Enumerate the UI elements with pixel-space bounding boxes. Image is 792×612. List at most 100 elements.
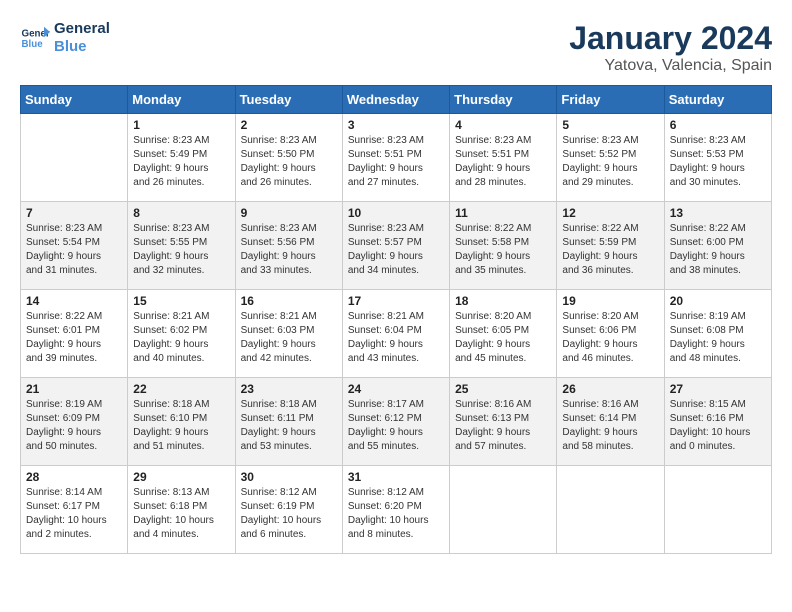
calendar-cell: 9 Sunrise: 8:23 AM Sunset: 5:56 PM Daylig… xyxy=(235,202,342,290)
day-number: 11 xyxy=(455,206,551,220)
day-number: 12 xyxy=(562,206,658,220)
calendar-cell: 15 Sunrise: 8:21 AM Sunset: 6:02 PM Dayli… xyxy=(128,290,235,378)
logo-text-general: General xyxy=(54,20,110,38)
day-number: 18 xyxy=(455,294,551,308)
calendar-cell: 28 Sunrise: 8:14 AM Sunset: 6:17 PM Dayli… xyxy=(21,466,128,554)
day-info: Sunrise: 8:14 AM Sunset: 6:17 PM Dayligh… xyxy=(26,486,122,542)
day-number: 19 xyxy=(562,294,658,308)
day-number: 13 xyxy=(670,206,766,220)
calendar-cell: 6 Sunrise: 8:23 AM Sunset: 5:53 PM Daylig… xyxy=(664,114,771,202)
day-number: 16 xyxy=(241,294,337,308)
calendar-cell: 4 Sunrise: 8:23 AM Sunset: 5:51 PM Daylig… xyxy=(450,114,557,202)
day-info: Sunrise: 8:23 AM Sunset: 5:51 PM Dayligh… xyxy=(348,134,444,190)
day-number: 21 xyxy=(26,382,122,396)
day-info: Sunrise: 8:23 AM Sunset: 5:52 PM Dayligh… xyxy=(562,134,658,190)
calendar-cell: 30 Sunrise: 8:12 AM Sunset: 6:19 PM Dayli… xyxy=(235,466,342,554)
day-info: Sunrise: 8:13 AM Sunset: 6:18 PM Dayligh… xyxy=(133,486,229,542)
logo: General Blue General Blue xyxy=(20,20,110,56)
header-friday: Friday xyxy=(557,86,664,114)
day-info: Sunrise: 8:23 AM Sunset: 5:51 PM Dayligh… xyxy=(455,134,551,190)
calendar-cell: 3 Sunrise: 8:23 AM Sunset: 5:51 PM Daylig… xyxy=(342,114,449,202)
day-info: Sunrise: 8:23 AM Sunset: 5:53 PM Dayligh… xyxy=(670,134,766,190)
day-number: 29 xyxy=(133,470,229,484)
week-row-3: 21Sunrise: 8:19 AM Sunset: 6:09 PM Dayli… xyxy=(21,378,772,466)
day-info: Sunrise: 8:19 AM Sunset: 6:08 PM Dayligh… xyxy=(670,310,766,366)
calendar-cell: 10Sunrise: 8:23 AM Sunset: 5:57 PM Dayli… xyxy=(342,202,449,290)
day-info: Sunrise: 8:12 AM Sunset: 6:20 PM Dayligh… xyxy=(348,486,444,542)
svg-text:Blue: Blue xyxy=(22,39,44,50)
day-info: Sunrise: 8:23 AM Sunset: 5:56 PM Dayligh… xyxy=(241,222,337,278)
calendar-cell: 1Sunrise: 8:23 AM Sunset: 5:49 PM Daylig… xyxy=(128,114,235,202)
calendar-cell: 5 Sunrise: 8:23 AM Sunset: 5:52 PM Daylig… xyxy=(557,114,664,202)
day-info: Sunrise: 8:21 AM Sunset: 6:02 PM Dayligh… xyxy=(133,310,229,366)
day-info: Sunrise: 8:22 AM Sunset: 5:58 PM Dayligh… xyxy=(455,222,551,278)
day-number: 3 xyxy=(348,118,444,132)
day-number: 10 xyxy=(348,206,444,220)
day-number: 22 xyxy=(133,382,229,396)
calendar-cell xyxy=(664,466,771,554)
title-block: January 2024 Yatova, Valencia, Spain xyxy=(569,20,772,75)
day-number: 27 xyxy=(670,382,766,396)
day-info: Sunrise: 8:21 AM Sunset: 6:03 PM Dayligh… xyxy=(241,310,337,366)
calendar-cell: 14 Sunrise: 8:22 AM Sunset: 6:01 PM Dayli… xyxy=(21,290,128,378)
header-thursday: Thursday xyxy=(450,86,557,114)
day-number: 8 xyxy=(133,206,229,220)
logo-icon: General Blue xyxy=(20,23,50,53)
week-row-2: 14 Sunrise: 8:22 AM Sunset: 6:01 PM Dayli… xyxy=(21,290,772,378)
day-number: 1 xyxy=(133,118,229,132)
day-number: 15 xyxy=(133,294,229,308)
day-number: 26 xyxy=(562,382,658,396)
calendar-cell: 17Sunrise: 8:21 AM Sunset: 6:04 PM Dayli… xyxy=(342,290,449,378)
day-info: Sunrise: 8:16 AM Sunset: 6:13 PM Dayligh… xyxy=(455,398,551,454)
week-row-1: 7 Sunrise: 8:23 AM Sunset: 5:54 PM Daylig… xyxy=(21,202,772,290)
day-info: Sunrise: 8:17 AM Sunset: 6:12 PM Dayligh… xyxy=(348,398,444,454)
header-tuesday: Tuesday xyxy=(235,86,342,114)
day-info: Sunrise: 8:12 AM Sunset: 6:19 PM Dayligh… xyxy=(241,486,337,542)
day-info: Sunrise: 8:22 AM Sunset: 6:01 PM Dayligh… xyxy=(26,310,122,366)
day-number: 9 xyxy=(241,206,337,220)
day-number: 28 xyxy=(26,470,122,484)
page-header: General Blue General Blue January 2024 Y… xyxy=(20,20,772,75)
calendar-cell: 7 Sunrise: 8:23 AM Sunset: 5:54 PM Daylig… xyxy=(21,202,128,290)
day-number: 31 xyxy=(348,470,444,484)
day-number: 4 xyxy=(455,118,551,132)
day-info: Sunrise: 8:23 AM Sunset: 5:50 PM Dayligh… xyxy=(241,134,337,190)
day-number: 23 xyxy=(241,382,337,396)
week-row-4: 28 Sunrise: 8:14 AM Sunset: 6:17 PM Dayli… xyxy=(21,466,772,554)
day-number: 25 xyxy=(455,382,551,396)
header-wednesday: Wednesday xyxy=(342,86,449,114)
header-sunday: Sunday xyxy=(21,86,128,114)
logo-text-blue: Blue xyxy=(54,38,110,56)
day-number: 7 xyxy=(26,206,122,220)
day-number: 30 xyxy=(241,470,337,484)
day-number: 6 xyxy=(670,118,766,132)
calendar-cell: 12 Sunrise: 8:22 AM Sunset: 5:59 PM Dayli… xyxy=(557,202,664,290)
calendar-cell: 29 Sunrise: 8:13 AM Sunset: 6:18 PM Dayli… xyxy=(128,466,235,554)
calendar-body: 1Sunrise: 8:23 AM Sunset: 5:49 PM Daylig… xyxy=(21,114,772,554)
calendar-table: SundayMondayTuesdayWednesdayThursdayFrid… xyxy=(20,85,772,554)
day-info: Sunrise: 8:22 AM Sunset: 6:00 PM Dayligh… xyxy=(670,222,766,278)
day-info: Sunrise: 8:16 AM Sunset: 6:14 PM Dayligh… xyxy=(562,398,658,454)
calendar-cell: 31 Sunrise: 8:12 AM Sunset: 6:20 PM Dayli… xyxy=(342,466,449,554)
day-number: 5 xyxy=(562,118,658,132)
calendar-cell: 22Sunrise: 8:18 AM Sunset: 6:10 PM Dayli… xyxy=(128,378,235,466)
calendar-cell: 19Sunrise: 8:20 AM Sunset: 6:06 PM Dayli… xyxy=(557,290,664,378)
calendar-cell: 11 Sunrise: 8:22 AM Sunset: 5:58 PM Dayli… xyxy=(450,202,557,290)
calendar-cell: 18Sunrise: 8:20 AM Sunset: 6:05 PM Dayli… xyxy=(450,290,557,378)
month-title: January 2024 xyxy=(569,20,772,57)
day-info: Sunrise: 8:23 AM Sunset: 5:54 PM Dayligh… xyxy=(26,222,122,278)
calendar-cell: 24 Sunrise: 8:17 AM Sunset: 6:12 PM Dayli… xyxy=(342,378,449,466)
header-saturday: Saturday xyxy=(664,86,771,114)
day-number: 20 xyxy=(670,294,766,308)
day-info: Sunrise: 8:22 AM Sunset: 5:59 PM Dayligh… xyxy=(562,222,658,278)
day-number: 24 xyxy=(348,382,444,396)
day-info: Sunrise: 8:18 AM Sunset: 6:11 PM Dayligh… xyxy=(241,398,337,454)
location: Yatova, Valencia, Spain xyxy=(569,57,772,75)
calendar-cell xyxy=(557,466,664,554)
day-info: Sunrise: 8:21 AM Sunset: 6:04 PM Dayligh… xyxy=(348,310,444,366)
week-row-0: 1Sunrise: 8:23 AM Sunset: 5:49 PM Daylig… xyxy=(21,114,772,202)
day-number: 14 xyxy=(26,294,122,308)
calendar-cell xyxy=(21,114,128,202)
calendar-cell: 8Sunrise: 8:23 AM Sunset: 5:55 PM Daylig… xyxy=(128,202,235,290)
day-info: Sunrise: 8:15 AM Sunset: 6:16 PM Dayligh… xyxy=(670,398,766,454)
